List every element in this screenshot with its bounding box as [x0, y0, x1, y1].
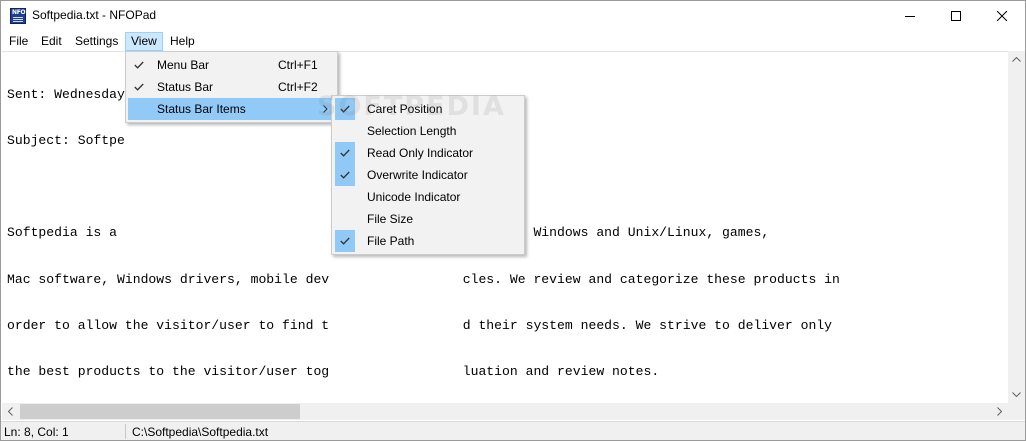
horizontal-scroll-thumb[interactable]: [20, 404, 300, 419]
submenu-item-read-only-indicator[interactable]: Read Only Indicator: [334, 142, 522, 164]
menu-item-shortcut: Ctrl+F2: [278, 80, 318, 94]
check-icon: [340, 237, 350, 245]
menu-item-label: Overwrite Indicator: [367, 168, 468, 182]
horizontal-scrollbar[interactable]: [2, 403, 1008, 420]
scroll-left-button[interactable]: [2, 403, 19, 420]
menu-item-label: Status Bar: [157, 80, 214, 94]
submenu-item-caret-position[interactable]: Caret Position: [334, 98, 522, 120]
submenu-item-unicode-indicator[interactable]: Unicode Indicator: [334, 186, 522, 208]
menu-item-label: Status Bar Items: [157, 102, 246, 116]
close-icon: [997, 11, 1007, 21]
check-icon: [134, 61, 144, 69]
submenu-item-file-path[interactable]: File Path: [334, 230, 522, 252]
menu-item-label: Unicode Indicator: [367, 190, 461, 204]
scroll-left-icon: [8, 407, 13, 416]
editor-line: Mac software, Windows drivers, mobile de…: [7, 271, 840, 287]
check-icon: [340, 171, 350, 179]
menu-file[interactable]: File: [3, 32, 34, 51]
read-only-check: [335, 142, 355, 164]
window-title: Softpedia.txt - NFOPad: [32, 8, 157, 22]
editor-line: the best products to the visitor/user to…: [7, 364, 660, 380]
overwrite-check: [335, 164, 355, 186]
menu-item-shortcut: Ctrl+F1: [278, 58, 318, 72]
menu-item-label: Menu Bar: [157, 58, 210, 72]
menu-edit[interactable]: Edit: [35, 32, 68, 51]
view-menu: Menu Bar Ctrl+F1 Status Bar Ctrl+F2 Stat…: [125, 51, 338, 123]
scroll-right-button[interactable]: [991, 403, 1008, 420]
status-caret-position: Ln: 8, Col: 1: [4, 425, 69, 439]
view-menu-item-menu-bar[interactable]: Menu Bar Ctrl+F1: [128, 54, 335, 76]
menu-help[interactable]: Help: [164, 32, 201, 51]
check-icon: [340, 105, 350, 113]
title-bar[interactable]: NFO Softpedia.txt - NFOPad: [1, 1, 1025, 31]
maximize-button[interactable]: [933, 1, 979, 31]
app-icon-label: NFO: [12, 9, 26, 16]
submenu-item-selection-length[interactable]: Selection Length: [334, 120, 522, 142]
menu-bar: File Edit Settings View Help: [1, 31, 1025, 51]
status-bar: Ln: 8, Col: 1 C:\Softpedia\Softpedia.txt: [1, 421, 1025, 440]
submenu-item-overwrite-indicator[interactable]: Overwrite Indicator: [334, 164, 522, 186]
check-icon: [134, 83, 144, 91]
scroll-up-icon: [1012, 57, 1021, 62]
status-separator: [125, 424, 126, 439]
menu-bar-check: [129, 54, 149, 76]
menu-item-label: File Path: [367, 234, 415, 248]
menu-settings[interactable]: Settings: [69, 32, 124, 51]
close-button[interactable]: [979, 1, 1025, 31]
scroll-right-icon: [997, 407, 1002, 416]
scroll-down-icon: [1012, 392, 1021, 397]
app-icon-lines: [13, 17, 23, 18]
status-bar-check: [129, 76, 149, 98]
editor-line: order to allow the visitor/user to find …: [7, 317, 833, 333]
chevron-right-icon: [321, 98, 329, 120]
submenu-item-file-size[interactable]: File Size: [334, 208, 522, 230]
scroll-down-button[interactable]: [1008, 386, 1025, 403]
scroll-up-button[interactable]: [1008, 51, 1025, 68]
menu-item-label: Caret Position: [367, 102, 443, 116]
scrollbar-corner: [1008, 403, 1025, 420]
check-icon: [340, 149, 350, 157]
menu-item-label: Selection Length: [367, 124, 457, 138]
file-path-check: [335, 230, 355, 252]
menu-view[interactable]: View: [125, 32, 163, 51]
minimize-button[interactable]: [887, 1, 933, 31]
minimize-icon: [905, 16, 915, 17]
menu-item-label: Read Only Indicator: [367, 146, 474, 160]
menu-item-label: File Size: [367, 212, 414, 226]
app-window: NFO Softpedia.txt - NFOPad File Edit Set…: [0, 0, 1026, 441]
app-icon[interactable]: NFO: [10, 8, 26, 24]
maximize-icon: [951, 11, 961, 21]
vertical-scrollbar[interactable]: [1008, 51, 1025, 403]
view-menu-item-status-bar-items[interactable]: Status Bar Items: [128, 98, 335, 120]
status-bar-items-submenu: Caret Position Selection Length Read Onl…: [331, 95, 525, 255]
status-file-path: C:\Softpedia\Softpedia.txt: [132, 425, 269, 439]
view-menu-item-status-bar[interactable]: Status Bar Ctrl+F2: [128, 76, 335, 98]
caret-position-check: [335, 98, 355, 120]
